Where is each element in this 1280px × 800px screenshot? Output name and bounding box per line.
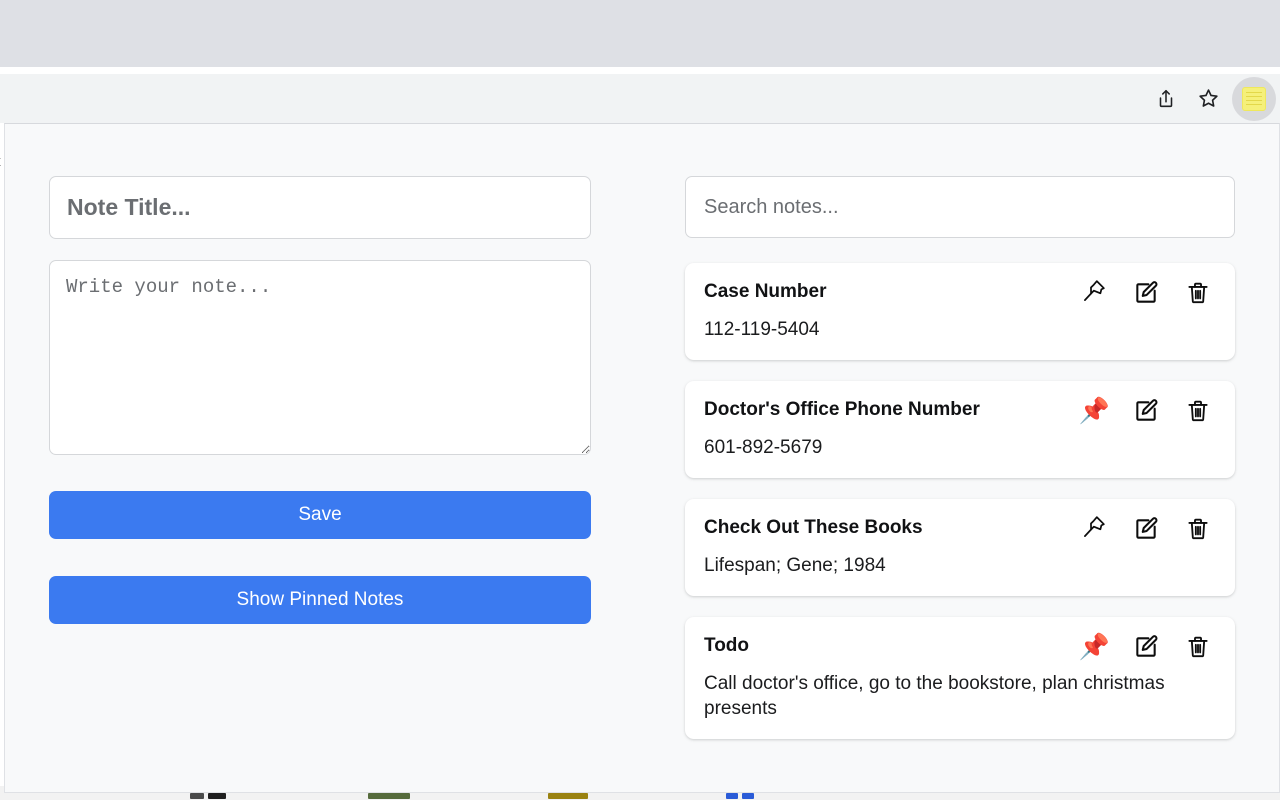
underlay-swatch <box>190 793 204 799</box>
note-title-input[interactable] <box>49 176 591 239</box>
notepad-glyph <box>1242 86 1266 111</box>
edit-note-button[interactable] <box>1132 279 1160 307</box>
note-card-head: Todo 📌 <box>704 633 1216 661</box>
note-card-text: 601-892-5679 <box>704 437 823 459</box>
note-card-head: Case Number <box>704 279 1216 307</box>
note-card-actions: 📌 <box>1078 633 1216 661</box>
note-card-actions <box>1080 279 1216 307</box>
underlay-swatch <box>368 793 410 799</box>
edit-note-button[interactable] <box>1132 515 1160 543</box>
search-input[interactable] <box>685 176 1235 238</box>
note-card-head: Doctor's Office Phone Number 📌 <box>704 397 1216 425</box>
note-card: Doctor's Office Phone Number 📌 601-892-567… <box>685 381 1235 479</box>
pin-toggle-button[interactable]: 📌 <box>1078 633 1109 661</box>
underlay-text-fragment: t <box>0 151 1 171</box>
pushpin-filled-icon[interactable]: 📌 <box>1078 634 1109 660</box>
note-card-text: 112-119-5404 <box>704 319 820 340</box>
note-card-text: Call doctor's office, go to the bookstor… <box>704 673 1165 720</box>
note-card-title: Todo <box>704 635 750 657</box>
delete-note-button[interactable] <box>1184 279 1212 307</box>
note-body-textarea[interactable] <box>49 260 591 455</box>
show-pinned-notes-button[interactable]: Show Pinned Notes <box>49 576 591 624</box>
pushpin-icon[interactable] <box>1081 278 1107 309</box>
tab-strip <box>0 0 1280 67</box>
pin-toggle-button[interactable]: 📌 <box>1078 397 1109 425</box>
note-card-title: Check Out These Books <box>704 517 923 539</box>
popup-body: Save Show Pinned Notes Case Number 112-11… <box>5 124 1279 792</box>
underlay-swatch <box>742 793 754 799</box>
pin-toggle-button[interactable] <box>1080 515 1108 543</box>
edit-note-button[interactable] <box>1132 397 1160 425</box>
underlay-swatch <box>548 793 588 799</box>
note-card-actions <box>1080 515 1216 543</box>
share-icon[interactable] <box>1146 79 1186 119</box>
notepad-extension-icon[interactable] <box>1232 76 1276 121</box>
note-card: Check Out These Books Lifespan; Gene; 198… <box>685 499 1235 597</box>
delete-note-button[interactable] <box>1184 633 1212 661</box>
note-card-actions: 📌 <box>1078 397 1216 425</box>
note-card: Case Number 112-119-5404 <box>685 263 1235 361</box>
note-card-title: Doctor's Office Phone Number <box>704 399 980 421</box>
compose-column: Save Show Pinned Notes <box>49 176 591 792</box>
notes-list: Case Number 112-119-5404 Doctor's Office P… <box>685 263 1235 740</box>
delete-note-button[interactable] <box>1184 515 1212 543</box>
note-card-title: Case Number <box>704 281 827 302</box>
browser-chrome <box>0 0 1280 123</box>
star-icon[interactable] <box>1188 79 1228 119</box>
pushpin-icon[interactable] <box>1081 514 1107 545</box>
notes-column: Case Number 112-119-5404 Doctor's Office P… <box>685 176 1235 792</box>
edit-note-button[interactable] <box>1132 633 1160 661</box>
pushpin-filled-icon[interactable]: 📌 <box>1078 398 1109 424</box>
chrome-divider <box>0 67 1280 74</box>
underlay-swatch <box>726 793 738 799</box>
note-card: Todo 📌 Call doctor's office, go to the boo… <box>685 617 1235 740</box>
save-button[interactable]: Save <box>49 491 591 539</box>
note-card-text: Lifespan; Gene; 1984 <box>704 555 886 577</box>
browser-toolbar <box>0 74 1280 123</box>
toolbar-actions <box>1146 74 1280 123</box>
extension-popup-panel: Save Show Pinned Notes Case Number 112-11… <box>4 123 1280 793</box>
underlay-swatch <box>208 793 226 799</box>
delete-note-button[interactable] <box>1184 397 1212 425</box>
note-card-head: Check Out These Books <box>704 515 1216 543</box>
pin-toggle-button[interactable] <box>1080 279 1108 307</box>
